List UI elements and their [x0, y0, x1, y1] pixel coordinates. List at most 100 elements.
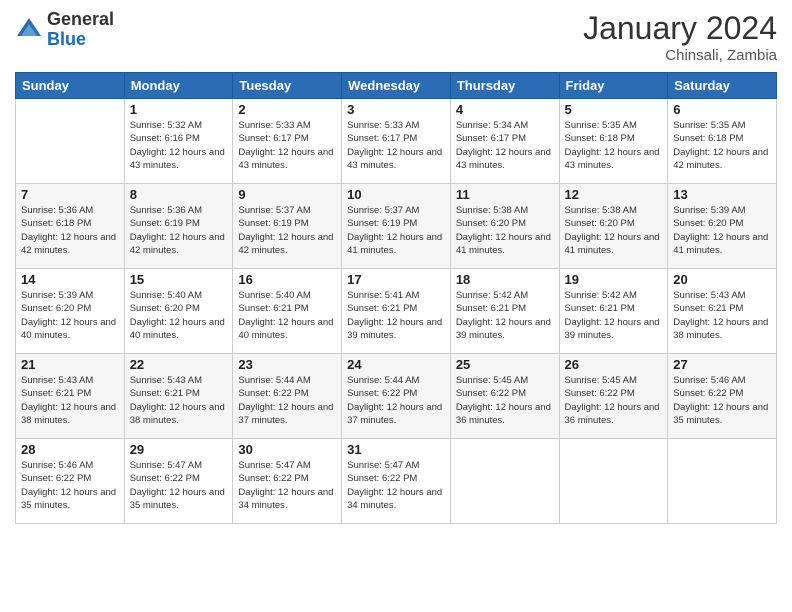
- calendar-cell: [559, 439, 668, 524]
- calendar-cell: 13 Sunrise: 5:39 AMSunset: 6:20 PMDayligh…: [668, 184, 777, 269]
- day-header-monday: Monday: [124, 73, 233, 99]
- calendar-cell: 25Sunrise: 5:45 AMSunset: 6:22 PMDayligh…: [450, 354, 559, 439]
- cell-info: Sunrise: 5:45 AMSunset: 6:22 PMDaylight:…: [456, 374, 554, 427]
- calendar-cell: 5 Sunrise: 5:35 AMSunset: 6:18 PMDaylight…: [559, 99, 668, 184]
- week-row-3: 14Sunrise: 5:39 AMSunset: 6:20 PMDayligh…: [16, 269, 777, 354]
- header: General Blue January 2024 Chinsali, Zamb…: [15, 10, 777, 64]
- calendar-cell: 19 Sunrise: 5:42 AMSunset: 6:21 PMDayligh…: [559, 269, 668, 354]
- logo-blue: Blue: [47, 30, 114, 50]
- day-number: 12: [565, 187, 663, 202]
- day-number: 1: [130, 102, 228, 117]
- calendar-cell: 17 Sunrise: 5:41 AMSunset: 6:21 PMDayligh…: [342, 269, 451, 354]
- day-number: 27: [673, 357, 771, 372]
- calendar-cell: 24Sunrise: 5:44 AMSunset: 6:22 PMDayligh…: [342, 354, 451, 439]
- day-header-wednesday: Wednesday: [342, 73, 451, 99]
- header-row: SundayMondayTuesdayWednesdayThursdayFrid…: [16, 73, 777, 99]
- cell-info: Sunrise: 5:38 AMSunset: 6:20 PMDaylight:…: [565, 204, 663, 257]
- day-number: 16: [238, 272, 336, 287]
- logo-general: General: [47, 10, 114, 30]
- calendar-cell: 8Sunrise: 5:36 AMSunset: 6:19 PMDaylight…: [124, 184, 233, 269]
- day-number: 11: [456, 187, 554, 202]
- logo-text: General Blue: [47, 10, 114, 50]
- calendar-cell: 21Sunrise: 5:43 AMSunset: 6:21 PMDayligh…: [16, 354, 125, 439]
- day-number: 28: [21, 442, 119, 457]
- day-number: 13: [673, 187, 771, 202]
- day-number: 3: [347, 102, 445, 117]
- calendar-cell: 22 Sunrise: 5:43 AMSunset: 6:21 PMDayligh…: [124, 354, 233, 439]
- cell-info: Sunrise: 5:47 AMSunset: 6:22 PMDaylight:…: [238, 459, 336, 512]
- subtitle: Chinsali, Zambia: [583, 47, 777, 64]
- day-number: 30: [238, 442, 336, 457]
- calendar-cell: 1 Sunrise: 5:32 AMSunset: 6:16 PMDaylight…: [124, 99, 233, 184]
- cell-info: Sunrise: 5:38 AMSunset: 6:20 PMDaylight:…: [456, 204, 554, 257]
- cell-info: Sunrise: 5:44 AMSunset: 6:22 PMDaylight:…: [238, 374, 336, 427]
- logo: General Blue: [15, 10, 114, 50]
- day-number: 21: [21, 357, 119, 372]
- calendar-cell: 27 Sunrise: 5:46 AMSunset: 6:22 PMDayligh…: [668, 354, 777, 439]
- cell-info: Sunrise: 5:43 AMSunset: 6:21 PMDaylight:…: [673, 289, 771, 342]
- logo-icon: [15, 16, 43, 44]
- calendar-cell: [450, 439, 559, 524]
- cell-info: Sunrise: 5:32 AMSunset: 6:16 PMDaylight:…: [130, 119, 228, 172]
- day-number: 10: [347, 187, 445, 202]
- calendar-cell: 16 Sunrise: 5:40 AMSunset: 6:21 PMDayligh…: [233, 269, 342, 354]
- day-header-tuesday: Tuesday: [233, 73, 342, 99]
- cell-info: Sunrise: 5:40 AMSunset: 6:20 PMDaylight:…: [130, 289, 228, 342]
- calendar-table: SundayMondayTuesdayWednesdayThursdayFrid…: [15, 72, 777, 524]
- cell-info: Sunrise: 5:44 AMSunset: 6:22 PMDaylight:…: [347, 374, 445, 427]
- day-number: 20: [673, 272, 771, 287]
- cell-info: Sunrise: 5:43 AMSunset: 6:21 PMDaylight:…: [130, 374, 228, 427]
- calendar-cell: 11 Sunrise: 5:38 AMSunset: 6:20 PMDayligh…: [450, 184, 559, 269]
- day-header-saturday: Saturday: [668, 73, 777, 99]
- cell-info: Sunrise: 5:37 AMSunset: 6:19 PMDaylight:…: [238, 204, 336, 257]
- cell-info: Sunrise: 5:36 AMSunset: 6:19 PMDaylight:…: [130, 204, 228, 257]
- day-number: 22: [130, 357, 228, 372]
- calendar-cell: 30 Sunrise: 5:47 AMSunset: 6:22 PMDayligh…: [233, 439, 342, 524]
- day-number: 19: [565, 272, 663, 287]
- cell-info: Sunrise: 5:35 AMSunset: 6:18 PMDaylight:…: [673, 119, 771, 172]
- day-header-friday: Friday: [559, 73, 668, 99]
- day-number: 4: [456, 102, 554, 117]
- day-number: 31: [347, 442, 445, 457]
- calendar-cell: 6Sunrise: 5:35 AMSunset: 6:18 PMDaylight…: [668, 99, 777, 184]
- day-header-sunday: Sunday: [16, 73, 125, 99]
- main-title: January 2024: [583, 10, 777, 47]
- cell-info: Sunrise: 5:41 AMSunset: 6:21 PMDaylight:…: [347, 289, 445, 342]
- week-row-2: 7Sunrise: 5:36 AMSunset: 6:18 PMDaylight…: [16, 184, 777, 269]
- day-number: 23: [238, 357, 336, 372]
- calendar-cell: [668, 439, 777, 524]
- day-number: 5: [565, 102, 663, 117]
- cell-info: Sunrise: 5:35 AMSunset: 6:18 PMDaylight:…: [565, 119, 663, 172]
- cell-info: Sunrise: 5:37 AMSunset: 6:19 PMDaylight:…: [347, 204, 445, 257]
- cell-info: Sunrise: 5:46 AMSunset: 6:22 PMDaylight:…: [21, 459, 119, 512]
- calendar-cell: 2 Sunrise: 5:33 AMSunset: 6:17 PMDaylight…: [233, 99, 342, 184]
- day-number: 9: [238, 187, 336, 202]
- day-number: 29: [130, 442, 228, 457]
- cell-info: Sunrise: 5:42 AMSunset: 6:21 PMDaylight:…: [565, 289, 663, 342]
- cell-info: Sunrise: 5:33 AMSunset: 6:17 PMDaylight:…: [238, 119, 336, 172]
- title-block: January 2024 Chinsali, Zambia: [583, 10, 777, 64]
- day-number: 17: [347, 272, 445, 287]
- cell-info: Sunrise: 5:40 AMSunset: 6:21 PMDaylight:…: [238, 289, 336, 342]
- page: General Blue January 2024 Chinsali, Zamb…: [0, 0, 792, 612]
- calendar-cell: 3Sunrise: 5:33 AMSunset: 6:17 PMDaylight…: [342, 99, 451, 184]
- cell-info: Sunrise: 5:47 AMSunset: 6:22 PMDaylight:…: [130, 459, 228, 512]
- calendar-cell: [16, 99, 125, 184]
- calendar-cell: 12 Sunrise: 5:38 AMSunset: 6:20 PMDayligh…: [559, 184, 668, 269]
- cell-info: Sunrise: 5:34 AMSunset: 6:17 PMDaylight:…: [456, 119, 554, 172]
- cell-info: Sunrise: 5:39 AMSunset: 6:20 PMDaylight:…: [673, 204, 771, 257]
- day-number: 2: [238, 102, 336, 117]
- day-header-thursday: Thursday: [450, 73, 559, 99]
- calendar-cell: 4 Sunrise: 5:34 AMSunset: 6:17 PMDaylight…: [450, 99, 559, 184]
- day-number: 18: [456, 272, 554, 287]
- calendar-cell: 26Sunrise: 5:45 AMSunset: 6:22 PMDayligh…: [559, 354, 668, 439]
- week-row-1: 1 Sunrise: 5:32 AMSunset: 6:16 PMDaylight…: [16, 99, 777, 184]
- calendar-cell: 29 Sunrise: 5:47 AMSunset: 6:22 PMDayligh…: [124, 439, 233, 524]
- calendar-cell: 14Sunrise: 5:39 AMSunset: 6:20 PMDayligh…: [16, 269, 125, 354]
- cell-info: Sunrise: 5:47 AMSunset: 6:22 PMDaylight:…: [347, 459, 445, 512]
- calendar-cell: 7Sunrise: 5:36 AMSunset: 6:18 PMDaylight…: [16, 184, 125, 269]
- day-number: 14: [21, 272, 119, 287]
- day-number: 15: [130, 272, 228, 287]
- cell-info: Sunrise: 5:46 AMSunset: 6:22 PMDaylight:…: [673, 374, 771, 427]
- day-number: 26: [565, 357, 663, 372]
